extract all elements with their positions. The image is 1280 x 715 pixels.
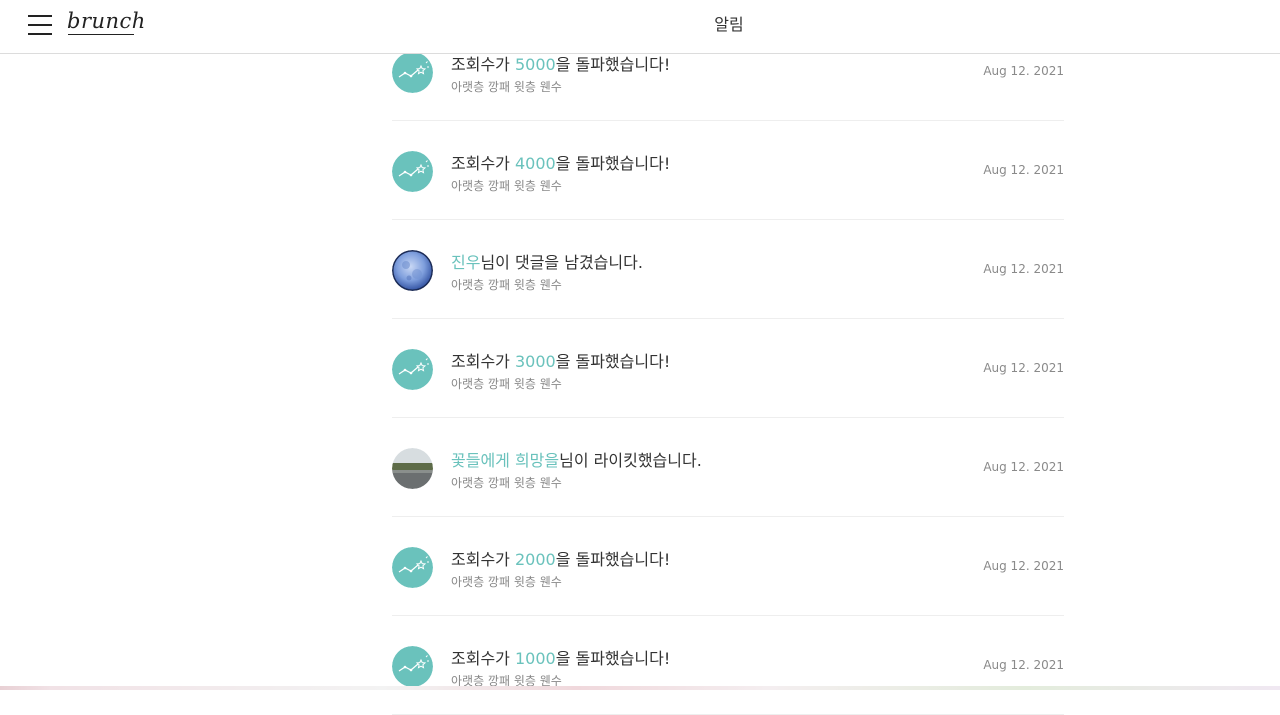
landscape-avatar[interactable] <box>392 448 433 489</box>
notification-item[interactable]: 조회수가 3000을 돌파했습니다! 아랫층 깡패 윗층 웬수 Aug 12. 20… <box>392 319 1064 418</box>
stats-icon[interactable] <box>392 547 433 588</box>
notification-message: 조회수가 5000을 돌파했습니다! <box>451 51 670 75</box>
notification-subtitle[interactable]: 아랫층 깡패 윗층 웬수 <box>451 78 562 95</box>
message-highlight: 1000 <box>514 649 556 668</box>
stats-icon[interactable] <box>392 646 433 687</box>
notification-item[interactable]: 조회수가 2000을 돌파했습니다! 아랫층 깡패 윗층 웬수 Aug 12. 20… <box>392 517 1064 616</box>
message-suffix: 님이 라이킷했습니다. <box>559 451 702 470</box>
notification-item[interactable]: 조회수가 1000을 돌파했습니다! 아랫층 깡패 윗층 웬수 Aug 12. 20… <box>392 616 1064 715</box>
notification-date: Aug 12. 2021 <box>983 460 1064 474</box>
message-suffix: 을 돌파했습니다! <box>555 55 671 74</box>
notification-message: 조회수가 1000을 돌파했습니다! <box>451 645 670 669</box>
stats-icon[interactable] <box>392 349 433 390</box>
notification-subtitle[interactable]: 아랫층 깡패 윗층 웬수 <box>451 177 562 194</box>
notification-date: Aug 12. 2021 <box>983 262 1064 276</box>
moon-avatar[interactable] <box>392 250 433 291</box>
message-suffix: 님이 댓글을 남겼습니다. <box>480 253 643 272</box>
stats-icon[interactable] <box>392 151 433 192</box>
message-highlight: 2000 <box>514 550 556 569</box>
message-prefix: 조회수가 <box>451 55 515 74</box>
notification-message: 조회수가 3000을 돌파했습니다! <box>451 348 670 372</box>
message-suffix: 을 돌파했습니다! <box>555 550 671 569</box>
message-highlight: 4000 <box>514 154 556 173</box>
message-suffix: 을 돌파했습니다! <box>555 352 671 371</box>
message-prefix: 조회수가 <box>451 154 515 173</box>
message-highlight[interactable]: 진우 <box>451 253 480 272</box>
notification-date: Aug 12. 2021 <box>983 64 1064 78</box>
notification-subtitle[interactable]: 아랫층 깡패 윗층 웬수 <box>451 573 562 590</box>
message-highlight[interactable]: 꽃들에게 희망을 <box>451 451 559 470</box>
notification-message: 조회수가 4000을 돌파했습니다! <box>451 150 670 174</box>
message-highlight: 5000 <box>514 55 556 74</box>
notification-date: Aug 12. 2021 <box>983 361 1064 375</box>
notification-date: Aug 12. 2021 <box>983 559 1064 573</box>
notification-item[interactable]: 꽃들에게 희망을님이 라이킷했습니다. 아랫층 깡패 윗층 웬수 Aug 12. 2… <box>392 418 1064 517</box>
notification-message: 조회수가 2000을 돌파했습니다! <box>451 546 670 570</box>
page-title: 알림 <box>714 15 744 34</box>
message-prefix: 조회수가 <box>451 649 515 668</box>
notification-subtitle[interactable]: 아랫층 깡패 윗층 웬수 <box>451 276 562 293</box>
notification-list: 조회수가 5000을 돌파했습니다! 아랫층 깡패 윗층 웬수 Aug 12. 20… <box>392 22 1064 715</box>
message-prefix: 조회수가 <box>451 550 515 569</box>
top-header: brunch 알림 <box>0 0 1280 54</box>
message-highlight: 3000 <box>514 352 556 371</box>
notification-date: Aug 12. 2021 <box>983 163 1064 177</box>
notification-subtitle[interactable]: 아랫층 깡패 윗층 웬수 <box>451 375 562 392</box>
notification-message: 꽃들에게 희망을님이 라이킷했습니다. <box>451 447 702 471</box>
message-suffix: 을 돌파했습니다! <box>555 649 671 668</box>
message-prefix: 조회수가 <box>451 352 515 371</box>
message-suffix: 을 돌파했습니다! <box>555 154 671 173</box>
stats-icon[interactable] <box>392 52 433 93</box>
notification-date: Aug 12. 2021 <box>983 658 1064 672</box>
notification-item[interactable]: 조회수가 4000을 돌파했습니다! 아랫층 깡패 윗층 웬수 Aug 12. 20… <box>392 121 1064 220</box>
notification-subtitle[interactable]: 아랫층 깡패 윗층 웬수 <box>451 474 562 491</box>
notification-item[interactable]: 진우님이 댓글을 남겼습니다. 아랫층 깡패 윗층 웬수 Aug 12. 2021 <box>392 220 1064 319</box>
notification-message: 진우님이 댓글을 남겼습니다. <box>451 249 643 273</box>
bottom-edge-strip <box>0 686 1280 690</box>
